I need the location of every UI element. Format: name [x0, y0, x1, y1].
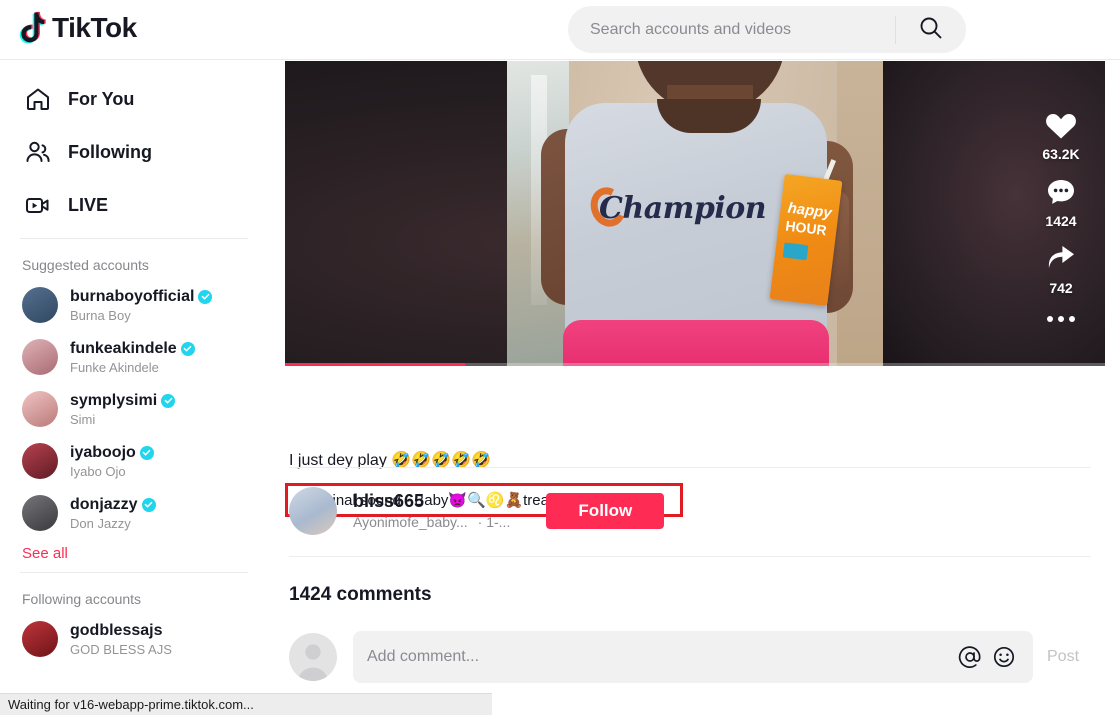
post-comment-button[interactable]: Post: [1047, 648, 1079, 666]
share-count: 742: [1049, 280, 1073, 296]
list-item[interactable]: funkeakindele Funke Akindele: [0, 335, 268, 379]
comments-count-heading: 1424 comments: [289, 584, 432, 605]
tiktok-wordmark: TikTok: [52, 12, 137, 43]
author-displayname: Ayonimofe_baby...: [353, 514, 468, 530]
suggested-accounts-title: Suggested accounts: [22, 257, 149, 273]
list-item-username: symplysimi: [70, 391, 158, 409]
video-frame: Champion happy HOUR: [507, 61, 883, 366]
list-item-username: godblessajs: [70, 621, 163, 639]
comment-input-wrapper[interactable]: [353, 631, 1033, 683]
emoji-smiley-icon[interactable]: [989, 642, 1019, 672]
avatar[interactable]: [289, 487, 337, 535]
list-item[interactable]: donjazzy Don Jazzy: [0, 491, 268, 535]
video-action-rail: 63.2K 1424 742: [1041, 105, 1081, 322]
status-bar-text: Waiting for v16-webapp-prime.tiktok.com.…: [8, 697, 254, 712]
list-item[interactable]: iyaboojo Iyabo Ojo: [0, 439, 268, 483]
current-user-avatar: [289, 633, 337, 681]
list-item-displayname: GOD BLESS AJS: [70, 641, 172, 657]
video-progress-fill: [285, 363, 466, 366]
sidebar-divider-bottom: [20, 572, 248, 573]
author-username[interactable]: bliss665: [353, 490, 510, 512]
verified-badge-icon: [180, 341, 195, 356]
avatar: [22, 621, 58, 657]
people-icon: [22, 136, 54, 168]
comment-bubble-icon: [1041, 172, 1081, 212]
list-item-displayname: Simi: [70, 411, 96, 427]
tiktok-note-icon: [18, 11, 48, 45]
sidebar-item-following-label: Following: [68, 141, 152, 162]
heart-icon: [1041, 105, 1081, 145]
sidebar-item-for-you[interactable]: For You: [0, 79, 268, 119]
home-icon: [22, 83, 54, 115]
avatar: [22, 443, 58, 479]
live-video-icon: [22, 189, 54, 221]
video-progress-bar[interactable]: [285, 363, 1105, 366]
juice-label-tab: [782, 242, 809, 261]
sidebar-item-live-label: LIVE: [68, 194, 109, 215]
follow-button[interactable]: Follow: [546, 493, 665, 529]
avatar: [22, 391, 58, 427]
list-item[interactable]: godblessajs GOD BLESS AJS: [0, 617, 268, 661]
sidebar-item-for-you-label: For You: [68, 88, 135, 109]
like-button[interactable]: 63.2K: [1041, 105, 1081, 162]
verified-badge-icon: [139, 445, 154, 460]
list-item-displayname: Burna Boy: [70, 307, 131, 323]
list-item-displayname: Don Jazzy: [70, 515, 131, 531]
shirt-brand-text: Champion: [599, 190, 767, 226]
share-button[interactable]: 742: [1041, 239, 1081, 296]
search-button[interactable]: [896, 6, 966, 53]
divider-below-author: [289, 556, 1091, 557]
comment-count: 1424: [1045, 213, 1077, 229]
video-player[interactable]: Champion happy HOUR 63.2K 1424 742: [285, 61, 1105, 366]
tiktok-logo[interactable]: TikTok: [18, 11, 137, 45]
left-sidebar: For You Following LIVE Suggested account…: [0, 61, 268, 715]
post-timestamp: · 1-...: [477, 514, 511, 530]
at-mention-icon[interactable]: [955, 642, 985, 672]
top-header: TikTok: [0, 0, 1120, 60]
search-bar[interactable]: [568, 6, 966, 53]
list-item-username: burnaboyofficial: [70, 287, 195, 305]
verified-badge-icon: [161, 393, 176, 408]
list-item-username: donjazzy: [70, 495, 138, 513]
avatar: [22, 287, 58, 323]
browser-status-bar: Waiting for v16-webapp-prime.tiktok.com.…: [0, 693, 492, 715]
list-item-displayname: Funke Akindele: [70, 359, 159, 375]
verified-badge-icon: [141, 497, 156, 512]
avatar: [22, 495, 58, 531]
video-subject-pants: [563, 320, 829, 366]
tiktok-page: TikTok For You: [0, 0, 1120, 715]
sidebar-item-live[interactable]: LIVE: [0, 185, 268, 225]
juice-label-line2: HOUR: [784, 217, 828, 239]
verified-badge-icon: [198, 289, 213, 304]
see-all-link[interactable]: See all: [0, 545, 268, 562]
sidebar-item-following[interactable]: Following: [0, 132, 268, 172]
list-item-displayname: Iyabo Ojo: [70, 463, 126, 479]
following-accounts-title: Following accounts: [22, 591, 142, 607]
list-item[interactable]: burnaboyofficial Burna Boy: [0, 283, 268, 327]
sidebar-divider-top: [20, 238, 248, 239]
comment-button[interactable]: 1424: [1041, 172, 1081, 229]
list-item-username: funkeakindele: [70, 339, 177, 357]
list-item[interactable]: symplysimi Simi: [0, 387, 268, 431]
comment-input[interactable]: [367, 648, 951, 666]
main-feed: Champion happy HOUR 63.2K 1424 742 I jus…: [268, 61, 1120, 715]
avatar: [22, 339, 58, 375]
search-input[interactable]: [568, 20, 895, 39]
like-count: 63.2K: [1042, 146, 1080, 162]
author-row: bliss665 Ayonimofe_baby... · 1-... Follo…: [289, 487, 1091, 535]
author-meta: Ayonimofe_baby... · 1-...: [353, 512, 510, 532]
post-caption: I just dey play 🤣🤣🤣🤣🤣: [289, 452, 491, 469]
divider-below-sound: [289, 467, 1091, 468]
share-arrow-icon: [1041, 239, 1081, 279]
search-icon: [918, 15, 944, 44]
list-item-username: iyaboojo: [70, 443, 136, 461]
more-dots-icon[interactable]: [1047, 316, 1075, 322]
add-comment-row: Post: [289, 631, 1101, 683]
